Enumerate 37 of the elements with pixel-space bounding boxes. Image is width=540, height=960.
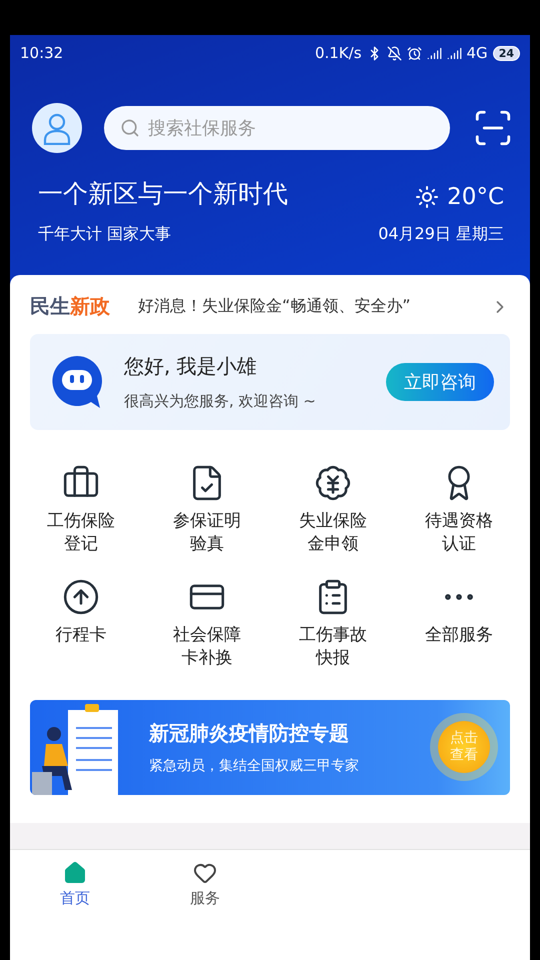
status-time: 10:32: [20, 44, 64, 62]
banner-title: 新冠肺炎疫情防控专题: [149, 720, 350, 747]
sun-icon: [415, 185, 440, 209]
arrow-up-circle-icon[interactable]: [62, 578, 100, 616]
avatar-button[interactable]: [32, 103, 82, 153]
search-icon: [120, 118, 140, 138]
news-brand: 民生新政: [30, 293, 110, 320]
service-label[interactable]: 参保证明验真: [170, 510, 244, 556]
epidemic-banner[interactable]: 新冠肺炎疫情防控专题 紧急动员，集结全国权威三甲专家 点击查看: [30, 700, 510, 795]
network-speed: 0.1K/s: [314, 44, 362, 62]
news-headline[interactable]: 好消息！失业保险金“畅通领、安全办”: [138, 296, 462, 317]
service-label[interactable]: 工伤保险登记: [44, 510, 118, 556]
service-label[interactable]: 待遇资格认证: [422, 510, 496, 556]
robot-icon: [50, 354, 104, 410]
alarm-icon: [406, 46, 422, 60]
service-label[interactable]: 行程卡: [44, 624, 118, 647]
banner-subtitle: 紧急动员，集结全国权威三甲专家: [149, 756, 360, 775]
person-icon: [42, 111, 72, 145]
service-label[interactable]: 工伤事故快报: [296, 624, 370, 670]
headline: 一个新区与一个新时代: [38, 178, 288, 210]
house-icon: [63, 860, 87, 885]
service-label[interactable]: 社会保障卡补换: [170, 624, 244, 670]
service-label[interactable]: 全部服务: [422, 624, 496, 647]
temperature: 20°C: [447, 184, 504, 210]
service-label[interactable]: 失业保险金申领: [296, 510, 370, 556]
bell-off-icon: [386, 46, 402, 60]
network-type: 4G: [466, 44, 488, 62]
signal-icon: [446, 46, 462, 60]
consult-button[interactable]: 立即咨询: [386, 363, 494, 401]
nav-tab[interactable]: 首页: [10, 860, 140, 909]
subline: 千年大计 国家大事: [38, 224, 172, 245]
date-text: 04月29日 星期三: [378, 224, 504, 245]
nav-tab[interactable]: 服务: [140, 860, 270, 909]
signal-icon: [426, 46, 442, 60]
assistant-greeting: 您好, 我是小雄: [124, 353, 258, 380]
assistant-subtitle: 很高兴为您服务, 欢迎咨询 ~: [124, 392, 317, 411]
battery-indicator: 24: [492, 46, 520, 60]
